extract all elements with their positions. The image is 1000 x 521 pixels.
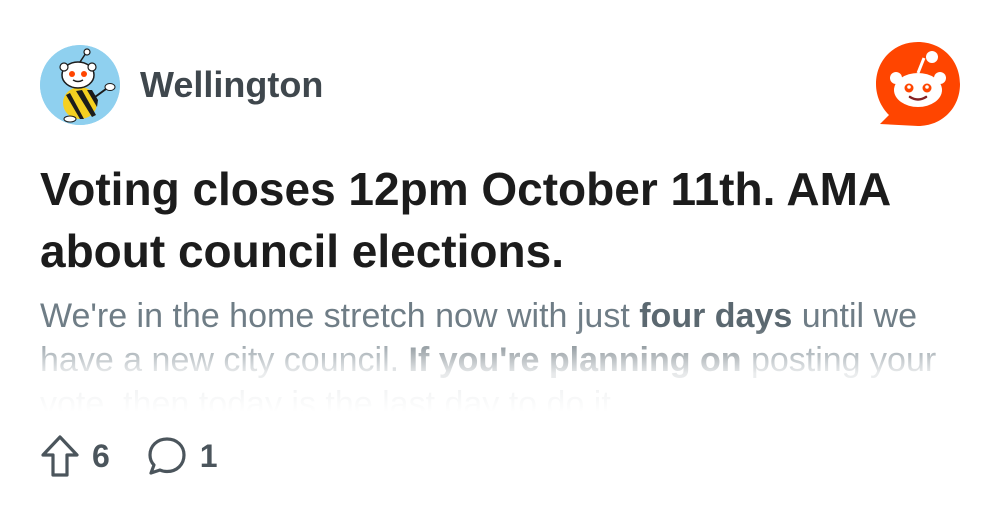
brand-logo [874,40,962,128]
post-card[interactable]: Wellington Voting closes 12pm October 11… [0,0,1000,521]
post-body[interactable]: We're in the home stretch now with just … [40,294,960,412]
post-actions: 6 1 [40,432,254,480]
community-mascot-icon [40,45,120,125]
community-avatar[interactable] [40,45,120,125]
body-segment: We're in the home stretch now with just [40,297,640,335]
upvote-arrow-icon [41,435,79,477]
comment-bubble-icon [148,437,186,475]
post-title[interactable]: Voting closes 12pm October 11th. AMA abo… [40,158,960,282]
comments-button[interactable]: 1 [146,435,218,477]
post-header: Wellington [40,45,323,125]
body-bold-segment: four days [639,297,793,335]
community-name[interactable]: Wellington [140,64,323,106]
body-bold-segment: If you're planning on [408,341,742,379]
comment-count: 1 [199,437,218,474]
upvote-button[interactable]: 6 [40,434,110,478]
reddit-logo-icon [876,42,960,126]
post-body-text: We're in the home stretch now with just … [40,294,960,412]
upvote-count: 6 [92,437,110,474]
